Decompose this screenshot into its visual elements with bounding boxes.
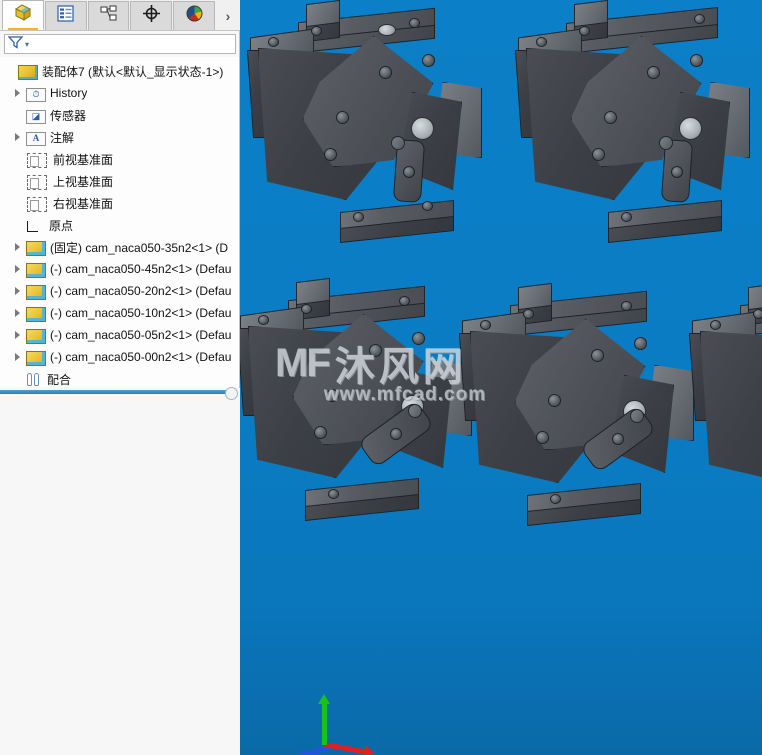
tree-row-mates[interactable]: 配合 <box>0 368 240 387</box>
tree-item-label: (-) cam_naca050-20n2<1> (Defau <box>50 284 232 298</box>
triad-y-axis <box>318 694 330 745</box>
tree-row-component-20n2[interactable]: (-) cam_naca050-20n2<1> (Defau <box>0 280 240 302</box>
tree-item-label: 装配体7 (默认<默认_显示状态-1>) <box>42 64 224 79</box>
tree-row-history[interactable]: ⏱ History <box>0 82 240 104</box>
part-icon <box>26 284 46 300</box>
solidworks-window: › ▾ 装配体7 (默认<默认_显示状态-1>) ⏱ History ◪ 传感器… <box>0 0 762 755</box>
tree-item-label: (固定) cam_naca050-35n2<1> (D <box>50 240 229 255</box>
configuration-icon <box>99 5 118 28</box>
history-folder-icon: ⏱ <box>26 87 46 102</box>
annotation-folder-icon: A <box>26 131 46 146</box>
chevron-right-icon: › <box>225 7 231 24</box>
part-icon <box>26 240 46 256</box>
tree-filter-box[interactable]: ▾ <box>4 34 236 54</box>
assembly-instance-5[interactable] <box>688 282 762 533</box>
tree-item-label: (-) cam_naca050-45n2<1> (Defau <box>50 262 232 276</box>
tree-row-component-10n2[interactable]: (-) cam_naca050-10n2<1> (Defau <box>0 302 240 324</box>
tree-item-label: (-) cam_naca050-00n2<1> (Defau <box>50 350 232 364</box>
lower-empty-pane <box>0 397 240 755</box>
splitter-bar[interactable] <box>0 390 226 394</box>
tree-item-label: (-) cam_naca050-10n2<1> (Defau <box>50 306 232 320</box>
expand-arrow[interactable] <box>2 60 16 82</box>
tree-row-component-00n2[interactable]: (-) cam_naca050-00n2<1> (Defau <box>0 346 240 368</box>
tree-item-label: 上视基准面 <box>53 174 114 189</box>
plane-icon <box>27 196 47 212</box>
expand-arrow[interactable] <box>10 324 24 346</box>
expand-arrow[interactable] <box>10 280 24 302</box>
display-manager-tab[interactable] <box>173 1 215 30</box>
expand-arrow[interactable] <box>10 82 24 104</box>
tree-row-component-45n2[interactable]: (-) cam_naca050-45n2<1> (Defau <box>0 258 240 280</box>
coordinate-triad <box>298 694 378 755</box>
assembly-cube-icon <box>13 3 33 27</box>
tree-row-right-plane[interactable]: 右视基准面 <box>0 192 240 214</box>
part-icon <box>26 328 46 344</box>
tree-item-label: 传感器 <box>50 108 87 123</box>
tree-filter-input[interactable] <box>32 35 235 53</box>
graphics-viewport[interactable]: MF 沐风网 www.mfcad.com <box>240 0 762 755</box>
origin-icon <box>26 220 44 233</box>
part-icon <box>26 262 46 278</box>
filter-funnel-icon[interactable] <box>7 35 24 54</box>
assembly-instance-3[interactable] <box>240 277 472 528</box>
crosshair-target-icon <box>142 4 161 28</box>
manager-tab-bar: › <box>0 0 240 31</box>
tree-row-origin[interactable]: 原点 <box>0 214 240 236</box>
dimxpert-manager-tab[interactable] <box>130 1 173 30</box>
tree-row-annotations[interactable]: A 注解 <box>0 126 240 148</box>
tree-item-label: 注解 <box>50 130 75 145</box>
tree-row-component-35n2[interactable]: (固定) cam_naca050-35n2<1> (D <box>0 236 240 258</box>
configuration-manager-tab[interactable] <box>87 1 130 30</box>
feature-manager-panel: › ▾ 装配体7 (默认<默认_显示状态-1>) ⏱ History ◪ 传感器… <box>0 0 240 755</box>
triad-x-axis <box>323 742 366 755</box>
plane-icon <box>27 152 47 168</box>
assembly-instance-4[interactable] <box>458 282 694 533</box>
expand-arrow[interactable] <box>10 236 24 258</box>
tree-row-component-05n2[interactable]: (-) cam_naca050-05n2<1> (Defau <box>0 324 240 346</box>
tree-row-front-plane[interactable]: 前视基准面 <box>0 148 240 170</box>
part-icon <box>26 306 46 322</box>
tree-item-label: 配合 <box>47 372 72 387</box>
sensor-folder-icon: ◪ <box>26 109 46 124</box>
filter-dropdown-arrow[interactable]: ▾ <box>25 40 29 49</box>
tree-item-label: (-) cam_naca050-05n2<1> (Defau <box>50 328 232 342</box>
assembly-instance-2[interactable] <box>514 0 750 250</box>
tree-row-sensors[interactable]: ◪ 传感器 <box>0 104 240 126</box>
expand-arrow[interactable] <box>10 258 24 280</box>
tree-row-root[interactable]: 装配体7 (默认<默认_显示状态-1>) <box>0 60 240 82</box>
assembly-instance-1[interactable] <box>246 0 482 250</box>
tab-overflow-button[interactable]: › <box>216 1 240 30</box>
feature-tree[interactable]: 装配体7 (默认<默认_显示状态-1>) ⏱ History ◪ 传感器 A 注… <box>0 57 240 387</box>
expand-arrow[interactable] <box>10 126 24 148</box>
color-sphere-icon <box>185 4 204 28</box>
tree-item-label: 前视基准面 <box>53 152 114 167</box>
tree-item-label: 右视基准面 <box>53 196 114 211</box>
property-list-icon <box>56 5 75 27</box>
mates-paperclip-icon <box>26 373 44 387</box>
tree-item-label: History <box>50 86 88 100</box>
tree-item-label: 原点 <box>49 218 74 233</box>
expand-arrow[interactable] <box>10 346 24 368</box>
tree-row-top-plane[interactable]: 上视基准面 <box>0 170 240 192</box>
splitter-handle[interactable] <box>225 387 238 400</box>
tree-filter-row: ▾ <box>0 31 240 57</box>
property-manager-tab[interactable] <box>44 1 87 30</box>
assembly-icon <box>18 64 38 80</box>
panel-splitter[interactable] <box>0 387 240 400</box>
expand-arrow[interactable] <box>10 302 24 324</box>
part-icon <box>26 350 46 366</box>
feature-manager-tab[interactable] <box>2 0 44 30</box>
plane-icon <box>27 174 47 190</box>
expand-arrow <box>10 104 24 126</box>
